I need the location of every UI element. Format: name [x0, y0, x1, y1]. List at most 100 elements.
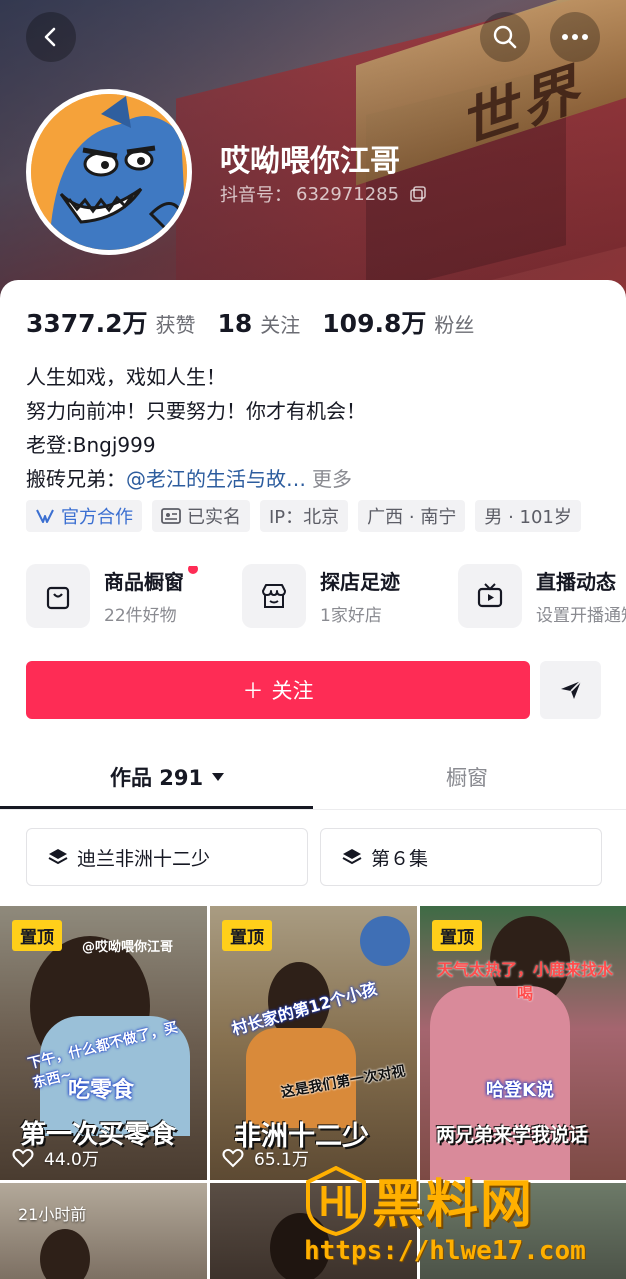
notification-dot [188, 566, 198, 574]
search-icon [493, 25, 517, 49]
service-icon-box [242, 564, 306, 628]
more-options-button[interactable] [550, 12, 600, 62]
service-live-updates[interactable]: 直播动态 设置开播通知 [458, 564, 626, 628]
video-caption-top: 哈登K说 [486, 1080, 554, 1101]
caret-down-icon [212, 773, 225, 781]
collection-chip[interactable]: 第６集 [320, 828, 602, 886]
video-thumbnail[interactable]: 置顶 天气太热了，小鹿来找水喝 哈登K说 两兄弟来学我说话 [420, 906, 626, 1180]
send-message-button[interactable] [540, 661, 601, 719]
likes-count: 3377.2万 [26, 309, 148, 338]
heart-icon [222, 1148, 244, 1167]
services-row: 商品橱窗 22件好物 探店足迹 1家好店 直播动态 设置开播通 [26, 564, 626, 628]
bio-more-button[interactable]: 更多 [312, 467, 352, 491]
tag-label: IP：北京 [269, 507, 340, 528]
tag-label: 已实名 [187, 507, 241, 528]
douyin-id-label: 抖音号： [220, 185, 292, 206]
following-count[interactable]: 18 [217, 309, 252, 338]
likes-label: 获赞 [155, 313, 196, 337]
site-watermark: 黑料网 https://hlwe17.com [300, 1158, 626, 1279]
service-title-text: 商品橱窗 [104, 570, 184, 594]
site-watermark-title: 黑料网 [372, 1175, 535, 1235]
tag-region: 广西 · 南宁 [358, 500, 466, 532]
profile-header: 世界 [0, 0, 626, 300]
service-shop-window[interactable]: 商品橱窗 22件好物 [26, 564, 216, 628]
more-dots-icon [562, 34, 588, 40]
bio-line: 搬砖兄弟：@老江的生活与故… 更多 [26, 462, 366, 496]
service-icon-box [26, 564, 90, 628]
video-caption-top: 吃零食 [68, 1078, 135, 1103]
service-subtitle: 设置开播通知 [536, 606, 626, 626]
service-text: 直播动态 设置开播通知 [536, 566, 626, 626]
collection-label: 第６集 [371, 847, 429, 870]
tag-label: 广西 · 南宁 [367, 507, 457, 528]
service-title: 直播动态 [536, 570, 616, 594]
bio-line: 老登:Bngj999 [26, 433, 156, 457]
pinned-badge: 置顶 [222, 920, 272, 951]
bio: 人生如戏，戏如人生！ 努力向前冲！只要努力！你才有机会！ 老登:Bngj999 … [26, 360, 366, 496]
layers-icon [342, 849, 362, 865]
follow-label: 关注 [271, 679, 314, 703]
search-button[interactable] [480, 12, 530, 62]
douyin-id-value: 632971285 [296, 183, 400, 205]
collection-chip[interactable]: 迪兰非洲十二少 [26, 828, 308, 886]
collections-row: 迪兰非洲十二少 第６集 [26, 828, 602, 886]
video-caption: 两兄弟来学我说话 [436, 1124, 589, 1146]
followers-label[interactable]: 粉丝 [434, 309, 474, 338]
likes-count: 44.0万 [44, 1150, 99, 1170]
tag-gender-age: 男 · 101岁 [475, 500, 581, 532]
site-watermark-url: https://hlwe17.com [304, 1236, 586, 1266]
plus-icon: ＋ [242, 679, 264, 703]
tag-ip-location: IP：北京 [260, 500, 349, 532]
douyin-id-row[interactable]: 抖音号： 632971285 [220, 181, 427, 207]
background-object [360, 916, 410, 966]
paper-plane-icon [560, 680, 582, 699]
avatar[interactable] [26, 89, 192, 255]
tag-official-cooperation[interactable]: 官方合作 [26, 500, 142, 532]
shark-cartoon-avatar-image [31, 94, 187, 250]
tag-verified-identity[interactable]: 已实名 [152, 500, 250, 532]
tag-label: 男 · 101岁 [484, 507, 572, 528]
service-text: 探店足迹 1家好店 [320, 566, 432, 626]
active-tab-indicator [0, 806, 313, 809]
heart-icon [12, 1148, 34, 1167]
content-tabs: 作品 291 橱窗 [0, 748, 626, 810]
layers-icon [48, 849, 68, 865]
pinned-badge: 置顶 [432, 920, 482, 951]
video-watermark: @哎呦喂你江哥 [82, 940, 174, 955]
video-thumbnail[interactable]: 21小时前 [0, 1183, 207, 1279]
video-caption-red: 天气太热了，小鹿来找水喝 [436, 960, 613, 1003]
tab-shop-window[interactable]: 橱窗 [446, 762, 488, 792]
pinned-badge: 置顶 [12, 920, 62, 951]
bio-line: 人生如戏，戏如人生！ [26, 365, 226, 389]
back-button[interactable] [26, 12, 76, 62]
tag-label: 官方合作 [61, 507, 133, 528]
tab-works-label: 作品 291 [110, 766, 204, 790]
followers-count[interactable]: 109.8万 [322, 304, 426, 340]
bio-mention-link[interactable]: @老江的生活与故… [126, 467, 306, 491]
video-likes: 44.0万 [12, 1145, 99, 1170]
following-label[interactable]: 关注 [260, 309, 300, 338]
service-text: 商品橱窗 22件好物 [104, 566, 216, 626]
service-subtitle: 1家好店 [320, 606, 382, 626]
video-thumbnail[interactable]: 置顶 村长家的第12个小孩 这是我们第一次对视 非洲十二少 65.1万 [210, 906, 417, 1180]
site-logo-icon [306, 1166, 366, 1236]
tab-works[interactable]: 作品 291 [110, 762, 225, 792]
follow-button[interactable]: ＋ 关注 [26, 661, 530, 719]
child-photo [40, 1229, 90, 1279]
service-title: 探店足迹 [320, 570, 400, 594]
service-subtitle: 22件好物 [104, 606, 177, 626]
store-icon [262, 584, 286, 608]
profile-tags: 官方合作 已实名 IP：北京 广西 · 南宁 男 · 101岁 [26, 500, 581, 532]
video-time-badge: 21小时前 [18, 1205, 87, 1224]
service-store-visits[interactable]: 探店足迹 1家好店 [242, 564, 432, 628]
bio-line: 努力向前冲！只要努力！你才有机会！ [26, 399, 366, 423]
service-title: 商品橱窗 [104, 566, 198, 595]
copy-icon[interactable] [409, 185, 427, 203]
id-card-icon [161, 508, 181, 524]
tv-icon [477, 583, 503, 608]
official-cooperation-icon [36, 509, 54, 523]
video-thumbnail[interactable]: 置顶 @哎呦喂你江哥 下午，什么都不做了，买东西~ 吃零食 第一次买零食 44.… [0, 906, 207, 1180]
collection-label: 迪兰非洲十二少 [77, 847, 211, 870]
stats-row: 3377.2万 获赞 18 关注 109.8万 粉丝 [26, 304, 496, 340]
bio-prefix: 搬砖兄弟： [26, 467, 126, 491]
